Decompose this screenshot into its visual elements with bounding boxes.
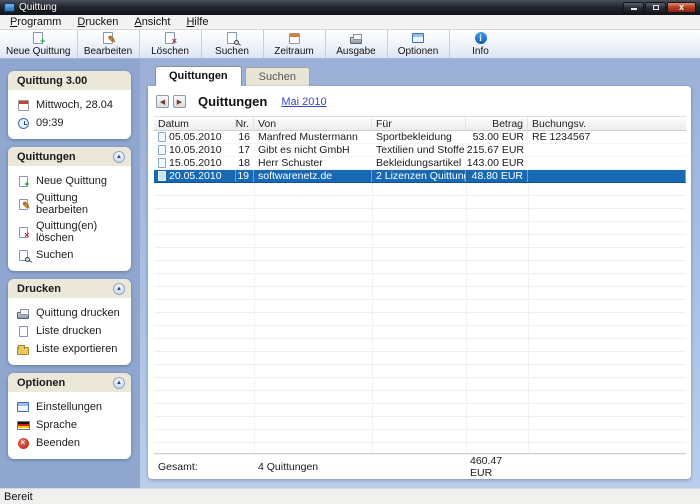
status-bar: Bereit: [0, 488, 700, 504]
close-button[interactable]: x: [667, 2, 696, 13]
sidebar-item-sprache[interactable]: Sprache: [16, 416, 127, 434]
search-icon: [16, 248, 30, 262]
empty-table-area[interactable]: [154, 183, 686, 452]
receipt-doc-icon: [158, 132, 166, 142]
menu-bar: Programm Drucken Ansicht Hilfe: [0, 15, 700, 30]
tab-bar: Quittungen Suchen: [148, 66, 691, 86]
table-row[interactable]: 10.05.2010 17 Gibt es nicht GmbH Textili…: [154, 144, 686, 157]
info-icon: i: [473, 31, 488, 45]
sidebar-item-suchen[interactable]: Suchen: [16, 246, 127, 264]
table-header[interactable]: Datum Nr. Von Für Betrag Buchungsv.: [154, 116, 686, 131]
edit-icon: ✎: [101, 31, 116, 45]
table-footer: Gesamt: 4 Quittungen 460.47 EUR: [154, 454, 686, 474]
col-fuer[interactable]: Für: [372, 117, 466, 130]
sidebar-item-einstellungen[interactable]: Einstellungen: [16, 398, 127, 416]
table-row[interactable]: 05.05.2010 16 Manfred Mustermann Sportbe…: [154, 131, 686, 144]
options-icon: [411, 31, 426, 45]
collapse-button[interactable]: ▲: [113, 151, 125, 163]
printer-icon: [16, 306, 30, 320]
settings-icon: [16, 400, 30, 414]
info-panel-title: Quittung 3.00: [17, 75, 87, 87]
menu-drucken[interactable]: Drucken: [69, 15, 126, 29]
sidebar: Quittung 3.00 Mittwoch, 28.04 09:39 Quit…: [0, 59, 140, 488]
receipt-list-panel: ◀ ▶ Quittungen Mai 2010 Datum Nr. Von Fü…: [148, 86, 691, 479]
drucken-panel-title: Drucken: [17, 283, 61, 295]
sidebar-item-liste-exportieren[interactable]: Liste exportieren: [16, 340, 127, 358]
menu-programm[interactable]: Programm: [2, 15, 69, 29]
sidebar-item-beenden[interactable]: × Beenden: [16, 434, 127, 452]
info-panel: Quittung 3.00 Mittwoch, 28.04 09:39: [8, 71, 131, 139]
sidebar-item-quittung-bearbeiten[interactable]: ✎ Quittung bearbeiten: [16, 190, 127, 218]
toolbar-delete-button[interactable]: × Löschen: [140, 30, 202, 58]
col-datum[interactable]: Datum: [154, 117, 236, 130]
toolbar-period-button[interactable]: Zeitraum: [264, 30, 326, 58]
client-area: Quittung 3.00 Mittwoch, 28.04 09:39 Quit…: [0, 59, 700, 488]
table-row-selected[interactable]: 20.05.2010 19 softwarenetz.de 2 Lizenzen…: [154, 170, 686, 183]
optionen-panel-title: Optionen: [17, 377, 65, 389]
collapse-button[interactable]: ▲: [113, 377, 125, 389]
quittungen-panel-title: Quittungen: [17, 151, 76, 163]
total-amount: 460.47 EUR: [466, 455, 528, 479]
optionen-panel: Optionen ▲ Einstellungen Sprache ×: [8, 373, 131, 459]
receipt-doc-icon: [158, 158, 166, 168]
new-receipt-icon: +: [16, 174, 30, 188]
menu-ansicht[interactable]: Ansicht: [126, 15, 178, 29]
tab-suchen[interactable]: Suchen: [245, 67, 310, 86]
total-label: Gesamt:: [154, 461, 236, 473]
main-region: Quittungen Suchen ◀ ▶ Quittungen Mai 201…: [140, 59, 700, 488]
german-flag-icon: [16, 418, 30, 432]
table-row[interactable]: 15.05.2010 18 Herr Schuster Bekleidungsa…: [154, 157, 686, 170]
toolbar-search-button[interactable]: Suchen: [202, 30, 264, 58]
window-title: Quittung: [19, 2, 623, 13]
prev-month-button[interactable]: ◀: [156, 95, 169, 108]
new-receipt-icon: +: [31, 31, 46, 45]
sidebar-item-liste-drucken[interactable]: Liste drucken: [16, 322, 127, 340]
menu-hilfe[interactable]: Hilfe: [178, 15, 216, 29]
toolbar-edit-button[interactable]: ✎ Bearbeiten: [78, 30, 140, 58]
toolbar-output-button[interactable]: Ausgabe: [326, 30, 388, 58]
col-von[interactable]: Von: [254, 117, 372, 130]
next-month-button[interactable]: ▶: [173, 95, 186, 108]
maximize-button[interactable]: [645, 2, 666, 13]
toolbar-new-receipt-button[interactable]: + Neue Quittung: [0, 30, 78, 58]
toolbar: + Neue Quittung ✎ Bearbeiten × Löschen S…: [0, 30, 700, 59]
sidebar-item-quittung-loeschen[interactable]: × Quittung(en) löschen: [16, 218, 127, 246]
quit-icon: ×: [16, 436, 30, 450]
tab-quittungen[interactable]: Quittungen: [155, 66, 242, 86]
list-title: Quittungen: [198, 94, 267, 109]
document-icon: [16, 324, 30, 338]
app-icon: [4, 3, 15, 12]
collapse-button[interactable]: ▲: [113, 283, 125, 295]
col-buchungsv[interactable]: Buchungsv.: [528, 117, 686, 130]
toolbar-options-button[interactable]: Optionen: [388, 30, 450, 58]
status-text: Bereit: [4, 491, 33, 503]
receipt-doc-icon: [158, 171, 166, 181]
printer-icon: [349, 31, 364, 45]
calendar-icon: [16, 98, 30, 112]
search-icon: [225, 31, 240, 45]
calendar-icon: [287, 31, 302, 45]
export-folder-icon: [16, 342, 30, 356]
clock-icon: [16, 116, 30, 130]
sidebar-item-quittung-drucken[interactable]: Quittung drucken: [16, 304, 127, 322]
minimize-button[interactable]: [623, 2, 644, 13]
delete-icon: ×: [16, 225, 30, 239]
toolbar-info-button[interactable]: i Info: [450, 30, 512, 58]
title-bar: Quittung x: [0, 0, 700, 15]
edit-icon: ✎: [16, 197, 30, 211]
col-betrag[interactable]: Betrag: [466, 117, 528, 130]
receipt-count: 4 Quittungen: [254, 461, 372, 473]
current-time: 09:39: [16, 114, 127, 132]
period-link[interactable]: Mai 2010: [281, 96, 326, 108]
receipt-doc-icon: [158, 145, 166, 155]
col-nr[interactable]: Nr.: [236, 117, 254, 130]
quittungen-panel: Quittungen ▲ + Neue Quittung ✎ Quittung …: [8, 147, 131, 271]
sidebar-item-neue-quittung[interactable]: + Neue Quittung: [16, 172, 127, 190]
delete-icon: ×: [163, 31, 178, 45]
current-date: Mittwoch, 28.04: [16, 96, 127, 114]
drucken-panel: Drucken ▲ Quittung drucken Liste drucken: [8, 279, 131, 365]
app-window: Quittung x Programm Drucken Ansicht Hilf…: [0, 0, 700, 504]
